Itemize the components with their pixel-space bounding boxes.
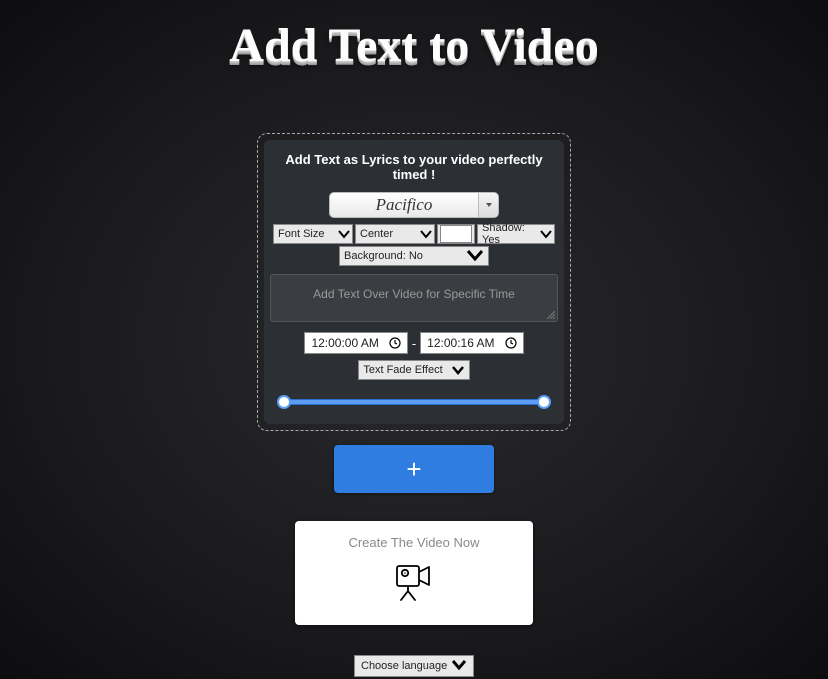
- start-time-value: 12:00:00 AM: [311, 336, 378, 350]
- chevron-down-icon: [466, 249, 484, 264]
- slider-thumb-start[interactable]: [277, 395, 291, 409]
- text-panel: Add Text as Lyrics to your video perfect…: [264, 140, 564, 424]
- font-family-label: Pacifico: [330, 195, 478, 215]
- alignment-select[interactable]: Center: [355, 224, 435, 244]
- text-effect-label: Text Fade Effect: [363, 364, 442, 376]
- overlay-text-input[interactable]: Add Text Over Video for Specific Time: [270, 274, 558, 322]
- chevron-down-icon: [486, 203, 492, 207]
- panel-header: Add Text as Lyrics to your video perfect…: [270, 148, 558, 192]
- language-select[interactable]: Choose language: [354, 655, 474, 677]
- add-text-block-button[interactable]: +: [334, 445, 494, 493]
- font-size-label: Font Size: [278, 228, 324, 240]
- text-panel-wrapper: Add Text as Lyrics to your video perfect…: [257, 133, 571, 431]
- chevron-down-icon: [338, 229, 350, 239]
- resize-handle-icon: [547, 311, 555, 319]
- background-select[interactable]: Background: No: [339, 246, 489, 266]
- text-input-wrapper: Add Text Over Video for Specific Time: [270, 274, 558, 322]
- font-family-select[interactable]: Pacifico: [329, 192, 499, 218]
- end-time-value: 12:00:16 AM: [427, 336, 494, 350]
- font-size-select[interactable]: Font Size: [273, 224, 353, 244]
- alignment-label: Center: [360, 228, 393, 240]
- chevron-down-icon: [451, 659, 467, 673]
- text-effect-select[interactable]: Text Fade Effect: [358, 360, 469, 380]
- overlay-text-placeholder: Add Text Over Video for Specific Time: [313, 287, 515, 301]
- format-controls-row: Font Size Center Shadow: Yes: [270, 224, 558, 244]
- create-video-label: Create The Video Now: [305, 535, 523, 550]
- chevron-down-icon: [420, 229, 432, 239]
- language-label: Choose language: [361, 660, 447, 672]
- video-camera-icon: [389, 560, 439, 607]
- chevron-down-icon: [540, 229, 552, 239]
- background-label: Background: No: [344, 250, 423, 262]
- clock-icon: [389, 337, 401, 349]
- text-color-picker[interactable]: [437, 224, 475, 244]
- chevron-down-icon: [451, 365, 465, 375]
- shadow-label: Shadow: Yes: [482, 222, 536, 246]
- slider-thumb-end[interactable]: [537, 395, 551, 409]
- end-time-input[interactable]: 12:00:16 AM: [420, 332, 523, 354]
- effect-row: Text Fade Effect: [270, 360, 558, 380]
- color-swatch: [440, 225, 472, 243]
- start-time-input[interactable]: 12:00:00 AM: [304, 332, 407, 354]
- create-video-button[interactable]: Create The Video Now: [295, 521, 533, 625]
- plus-icon: +: [406, 454, 421, 485]
- slider-track: [278, 399, 550, 405]
- shadow-select[interactable]: Shadow: Yes: [477, 224, 555, 244]
- language-row: Choose language: [0, 655, 828, 677]
- font-family-dropdown-toggle[interactable]: [478, 193, 498, 217]
- time-range-row: 12:00:00 AM - 12:00:16 AM: [270, 332, 558, 354]
- page-title: Add Text to Video: [0, 18, 828, 73]
- clock-icon: [505, 337, 517, 349]
- font-row: Pacifico: [270, 192, 558, 218]
- background-row: Background: No: [270, 246, 558, 266]
- time-range-separator: -: [412, 336, 416, 351]
- time-range-slider[interactable]: [270, 394, 558, 410]
